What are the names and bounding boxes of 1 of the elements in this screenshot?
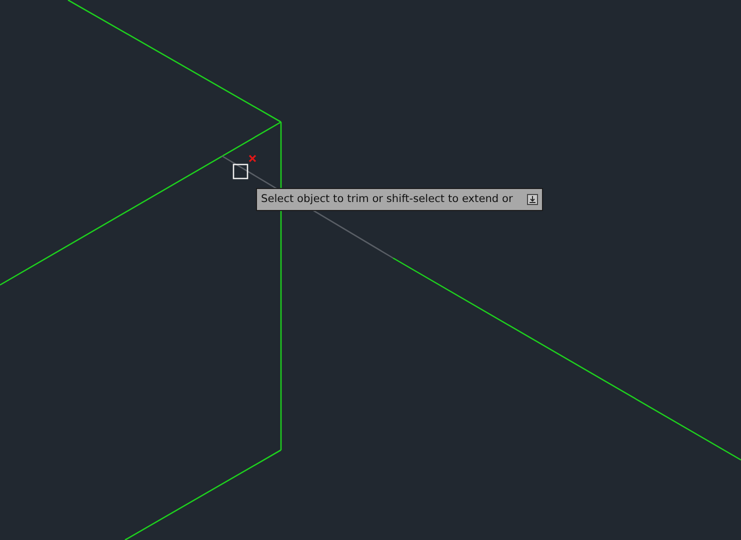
tooltip-text: Select object to trim or shift-select to extend or bbox=[261, 192, 513, 207]
